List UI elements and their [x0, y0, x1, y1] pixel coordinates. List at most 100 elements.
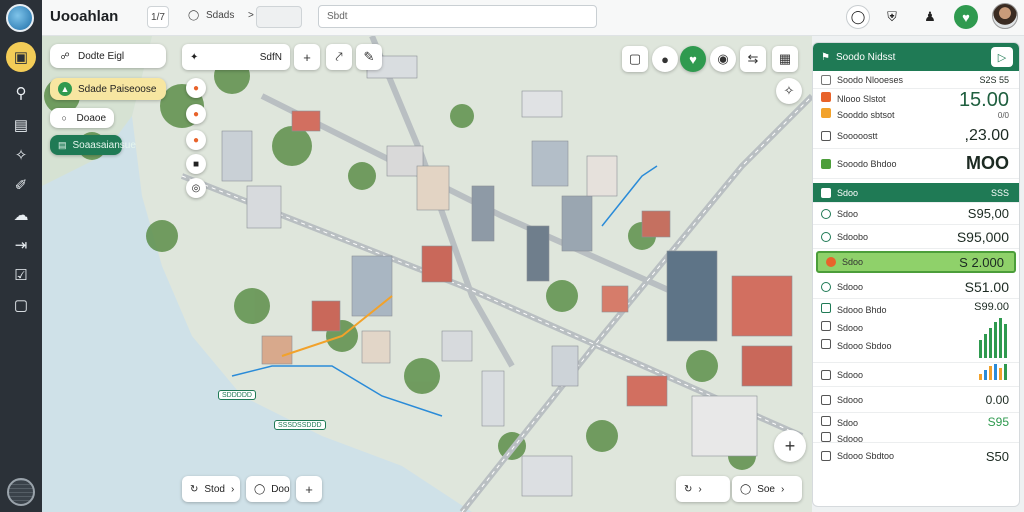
list-label: Sdoo — [837, 418, 859, 428]
circle-icon[interactable]: ◯ — [188, 10, 199, 21]
list-label: Sdooo — [837, 281, 864, 292]
list-row-11[interactable]: Sdooo Sbdtoo S50 — [813, 443, 1019, 469]
chevron-right-icon[interactable]: > — [248, 10, 254, 21]
footer-chip-1[interactable]: ↻ Stod › — [182, 476, 240, 502]
network-icon[interactable]: ✧ — [6, 140, 36, 170]
list-icon — [821, 281, 831, 292]
layer-target-icon[interactable]: ◎ — [186, 178, 206, 198]
settings-globe-icon[interactable] — [7, 478, 35, 506]
chevron-right-icon: › — [781, 483, 785, 495]
layer-alert-icon[interactable]: ● — [186, 104, 206, 124]
pin-icon[interactable]: ● — [652, 46, 678, 72]
list-label: Sdooo — [837, 394, 864, 405]
metric-big-sub: 0/0 — [997, 111, 1009, 120]
layer-warning-icon[interactable]: ● — [186, 130, 206, 150]
footer-add-icon[interactable]: + — [296, 476, 322, 502]
cloud-icon[interactable]: ☁ — [6, 200, 36, 230]
footer-right-chip-2[interactable]: ◯ Soe › — [732, 476, 802, 502]
map-tag-2[interactable]: SSSDSSDDD — [274, 420, 326, 430]
user-icon[interactable]: ♟ — [918, 5, 942, 29]
metric-label-3: Sooooostt — [837, 130, 878, 141]
map-canvas — [42, 36, 812, 512]
list-label: Sdooo — [837, 323, 864, 333]
metric-label-4: Sooodo Bhdoo — [837, 158, 897, 169]
list-row-0[interactable]: Sdoo S95,00 — [813, 203, 1019, 225]
heart-icon[interactable]: ♥ — [680, 46, 706, 72]
shield-icon[interactable]: ⛨ — [880, 5, 904, 29]
map-chip-3[interactable]: ○ Doaoe — [50, 108, 114, 128]
panel-subtitle-value: S2S 55 — [979, 74, 1009, 85]
list-row-2-highlighted[interactable]: Sdoo S 2.000 — [816, 251, 1016, 273]
clock-icon — [821, 74, 831, 85]
map-chip-4-label: Soaasaiansue — [72, 139, 136, 151]
list-row-3[interactable]: Sdooo S51.00 — [813, 275, 1019, 299]
list-value: S95,000 — [956, 228, 1009, 245]
counter-button[interactable]: 1/7 — [147, 6, 169, 28]
layer-fire-icon[interactable]: ● — [186, 78, 206, 98]
metric-big-value: 15.00 — [958, 89, 1009, 111]
shield-check-icon[interactable]: ♥ — [954, 5, 978, 29]
doc-icon — [821, 394, 831, 405]
map-chip-3-label: Doaoe — [76, 112, 106, 124]
route-icon: ↻ — [190, 483, 199, 495]
draw-icon[interactable]: ✎ — [356, 44, 382, 70]
add-icon[interactable]: + — [294, 44, 320, 70]
map-chip-4[interactable]: ▤ Soaasaiansue — [50, 135, 136, 155]
list-icon — [821, 231, 831, 242]
list-row-1[interactable]: Sdoobo S95,000 — [813, 225, 1019, 249]
list-label: Sdooo Sbdtoo — [837, 451, 895, 461]
monitor-icon[interactable]: ▣ — [6, 42, 36, 72]
menu-label[interactable]: Sdads — [206, 10, 234, 21]
split-icon[interactable]: ⇆ — [740, 46, 766, 72]
avatar[interactable] — [992, 3, 1018, 29]
app-logo-icon[interactable] — [6, 4, 34, 32]
check-icon — [821, 187, 831, 198]
map-chip-2-label: Sdade Paiseoose — [78, 83, 157, 95]
city-map[interactable]: ☍ Dodte Eigl ▲ Sdade Paiseoose ○ Doaoe ▤… — [42, 36, 812, 512]
frame-icon[interactable]: ▢ — [622, 46, 648, 72]
bar-sparkline — [979, 318, 1007, 358]
blank-field[interactable] — [256, 6, 302, 28]
layer-building-icon[interactable]: ■ — [186, 154, 206, 174]
doc-icon — [821, 432, 831, 442]
book-icon[interactable]: ▤ — [6, 110, 36, 140]
list-row-8[interactable]: Sdooo 0.00 — [813, 387, 1019, 413]
brush-icon[interactable]: ✐ — [6, 170, 36, 200]
list-row-9[interactable]: Sdoo Sdooo S95 — [813, 413, 1019, 444]
search-input[interactable]: Sbdt — [318, 5, 597, 28]
list-row-7[interactable]: Sdooo — [813, 363, 1019, 387]
list-label: Sdooo Bhdo — [837, 305, 887, 315]
list-label: Sdoo — [837, 208, 859, 219]
map-chip-1[interactable]: ☍ Dodte Eigl — [50, 44, 166, 68]
location-pin-icon[interactable]: ⚲ — [6, 78, 36, 108]
panel-metric-row-1: Nlooo Slstot Sooddo sbtsot 15.00 0/0 — [813, 89, 1019, 123]
cursor-icon[interactable]: ✦ — [190, 52, 198, 63]
doc-icon — [821, 416, 831, 426]
footer-chip-1-label: Stod — [204, 483, 225, 495]
chevron-right-icon: › — [698, 483, 702, 495]
list-row-chart[interactable]: Sdooo Bhdo Sdooo Sdooo Sbdoo S99.00 — [813, 299, 1019, 363]
fire-icon — [821, 92, 831, 102]
move-icon[interactable]: ⤤ — [326, 44, 352, 70]
city-icon: ⚑ — [821, 51, 830, 63]
image-icon[interactable]: ▢ — [6, 290, 36, 320]
map-tag-1[interactable]: SDDDDD — [218, 390, 256, 400]
compass-icon[interactable]: ✧ — [776, 78, 802, 104]
list-icon — [826, 257, 836, 267]
zoom-in-button[interactable]: + — [774, 430, 806, 462]
circle-icon: ○ — [61, 113, 67, 123]
list-label: Sdooo Sbdoo — [837, 341, 892, 351]
eye-icon[interactable]: ◉ — [710, 46, 736, 72]
map-chip-2[interactable]: ▲ Sdade Paiseoose — [50, 78, 166, 100]
grid-icon[interactable]: ▦ — [772, 46, 798, 72]
box-icon — [821, 130, 831, 141]
login-icon[interactable]: ⇥ — [6, 230, 36, 260]
panel-toggle-icon[interactable]: ▷ — [991, 47, 1013, 67]
checklist-icon[interactable]: ☑ — [6, 260, 36, 290]
list-value: S51.00 — [964, 278, 1009, 295]
footer-chip-2[interactable]: ◯ Doo — [246, 476, 290, 502]
record-icon[interactable]: ◯ — [846, 5, 870, 29]
map-toolbar: ✦ SdfN — [182, 44, 290, 70]
footer-right-chip-1[interactable]: ↻ › — [676, 476, 730, 502]
left-rail: ▣ ⚲ ▤ ✧ ✐ ☁ ⇥ ☑ ▢ — [0, 0, 42, 512]
